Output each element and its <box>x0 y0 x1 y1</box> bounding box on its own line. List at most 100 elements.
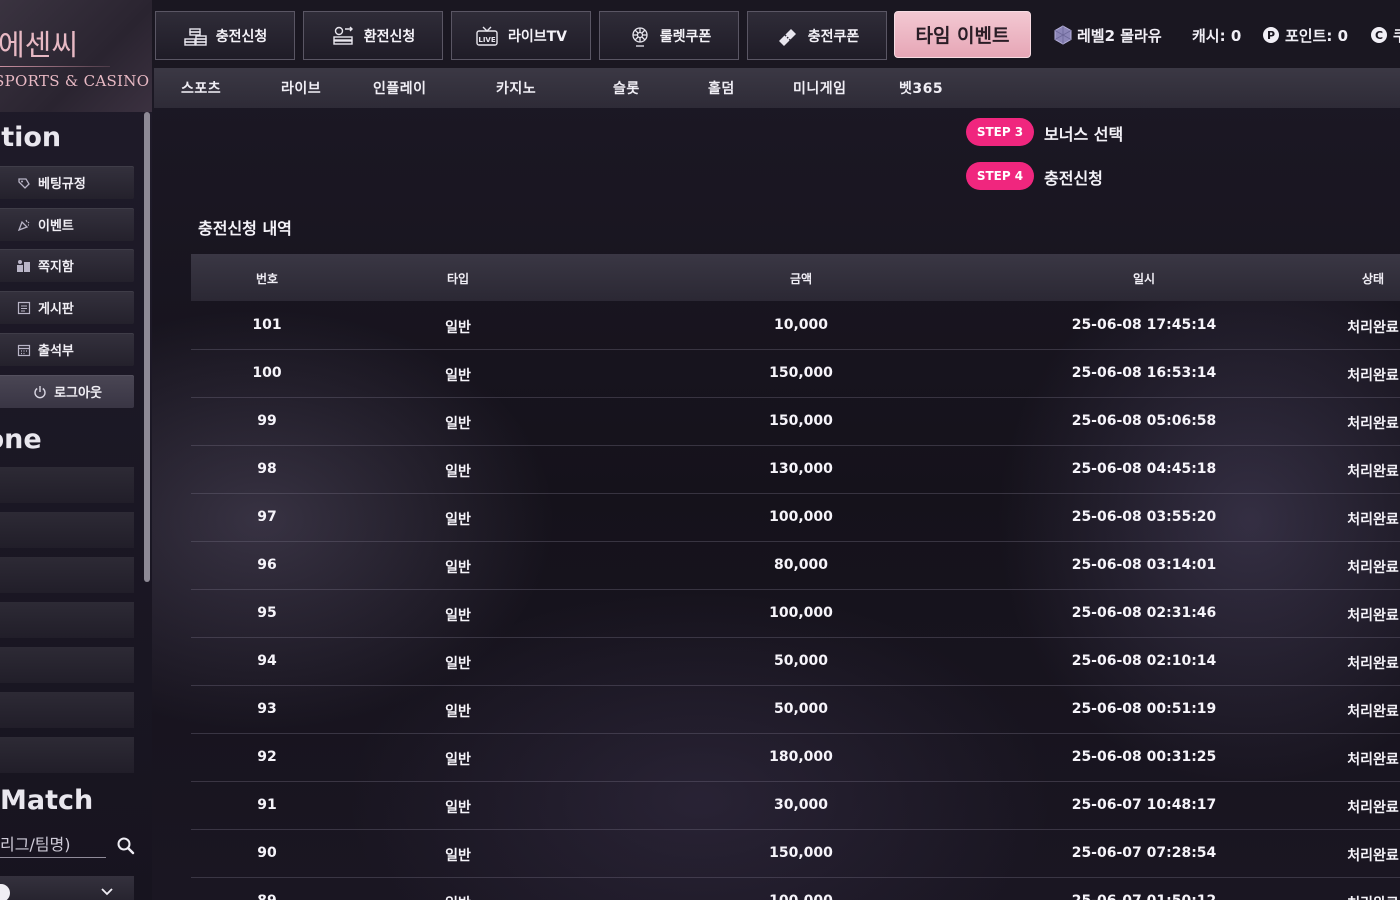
ticket-icon <box>775 25 801 47</box>
nav-casino[interactable]: 카지노 <box>496 78 536 98</box>
sidebar-zone-item[interactable] <box>0 512 134 548</box>
match-search-input[interactable] <box>0 832 106 857</box>
column-header-type: 타입 <box>446 272 470 286</box>
exchange-icon <box>331 25 357 47</box>
nav-sports[interactable]: 스포츠 <box>181 78 221 98</box>
nav-bet365[interactable]: 벳365 <box>899 78 943 98</box>
live-tv-button[interactable]: LIVE 라이브TV <box>451 11 591 60</box>
user-points-label: 포인트: 0 <box>1285 26 1349 45</box>
nav-slot[interactable]: 슬롯 <box>613 78 640 98</box>
points-icon: P <box>1262 26 1280 44</box>
deposit-request-button[interactable]: 충전신청 <box>155 11 295 60</box>
sidebar-item-messages[interactable]: 쪽지함 <box>0 249 134 282</box>
svg-text:P: P <box>1267 29 1275 42</box>
column-header-datetime: 일시 <box>1132 272 1156 286</box>
row-number: 96 <box>257 557 277 573</box>
table-row: 98 일반 130,000 25-06-08 04:45:18 처리완료 <box>191 446 1400 494</box>
user-level-label: 레벨2 몰라유 <box>1077 26 1162 45</box>
row-status: 처리완료 <box>1347 464 1399 480</box>
sidebar-zone-item[interactable] <box>0 692 134 728</box>
sidebar-item-label: 베팅규정 <box>38 177 86 192</box>
deposit-coupon-label: 충전쿠폰 <box>807 28 860 45</box>
row-amount: 30,000 <box>773 797 829 813</box>
row-type: 일반 <box>445 560 471 576</box>
sidebar-item-attendance[interactable]: 출석부 <box>0 333 134 366</box>
row-amount: 130,000 <box>769 461 833 477</box>
table-row: 93 일반 50,000 25-06-08 00:51:19 처리완료 <box>191 686 1400 734</box>
calendar-icon <box>16 343 32 357</box>
row-amount: 150,000 <box>769 845 833 861</box>
table-row: 91 일반 30,000 25-06-07 10:48:17 처리완료 <box>191 782 1400 830</box>
user-level[interactable]: 레벨2 몰라유 <box>1054 24 1162 46</box>
table-row: 94 일반 50,000 25-06-08 02:10:14 처리완료 <box>191 638 1400 686</box>
table-row: 96 일반 80,000 25-06-08 03:14:01 처리완료 <box>191 542 1400 590</box>
step-4-text: 충전신청 <box>1044 169 1103 188</box>
deposit-coupon-button[interactable]: 충전쿠폰 <box>747 11 887 60</box>
history-table-header: 번호 타입 금액 일시 상태 <box>191 254 1400 301</box>
row-type: 일반 <box>445 464 471 480</box>
nav-holdem[interactable]: 홀덤 <box>708 78 735 98</box>
row-datetime: 25-06-08 00:51:19 <box>1071 701 1217 717</box>
table-row: 95 일반 100,000 25-06-08 02:31:46 처리완료 <box>191 590 1400 638</box>
step-3-text: 보너스 선택 <box>1044 125 1124 144</box>
sidebar-item-label: 이벤트 <box>38 219 74 234</box>
roulette-icon <box>627 25 653 47</box>
table-row: 89 일반 100,000 25-06-07 01:50:12 처리완료 <box>191 878 1400 900</box>
power-icon <box>32 385 48 399</box>
row-datetime: 25-06-07 10:48:17 <box>1071 797 1217 813</box>
row-datetime: 25-06-07 01:50:12 <box>1072 893 1217 900</box>
row-number: 98 <box>257 461 277 477</box>
row-type: 일반 <box>445 608 471 624</box>
row-amount: 100,000 <box>769 509 833 525</box>
sidebar-item-label: 쪽지함 <box>38 260 74 275</box>
time-event-button[interactable]: 타임 이벤트 <box>894 11 1031 58</box>
row-amount: 150,000 <box>769 365 833 381</box>
row-number: 97 <box>257 509 277 525</box>
roulette-coupon-button[interactable]: 룰렛쿠폰 <box>599 11 739 60</box>
column-header-status: 상태 <box>1361 272 1385 286</box>
logout-button[interactable]: 로그아웃 <box>0 375 134 408</box>
sidebar-zone-item[interactable] <box>0 467 134 503</box>
board-icon <box>16 301 32 315</box>
nav-inplay[interactable]: 인플레이 <box>373 78 427 98</box>
betting-rules-icon <box>16 176 32 190</box>
row-datetime: 25-06-08 03:55:20 <box>1071 509 1217 525</box>
row-status: 처리완료 <box>1347 704 1399 720</box>
row-status: 처리완료 <box>1347 893 1399 900</box>
column-header-number: 번호 <box>255 272 279 286</box>
league-select-indicator <box>0 884 10 900</box>
brand-logo[interactable]: 에센씨 SPORTS & CASINO <box>0 0 152 112</box>
row-type: 일반 <box>445 704 471 720</box>
nav-live[interactable]: 라이브 <box>281 78 321 98</box>
match-search-box <box>0 832 106 858</box>
sidebar-zone-item[interactable] <box>0 737 134 773</box>
brand-name-ko: 에센씨 <box>0 28 79 62</box>
table-row: 90 일반 150,000 25-06-07 07:28:54 처리완료 <box>191 830 1400 878</box>
user-coupon[interactable]: C 쿠 <box>1370 24 1400 46</box>
sidebar-heading-match: Match <box>0 785 94 816</box>
sidebar-item-event[interactable]: 이벤트 <box>0 208 134 241</box>
sidebar-item-betting-rules[interactable]: 베팅규정 <box>0 166 134 199</box>
sidebar-zone-item[interactable] <box>0 602 134 638</box>
row-datetime: 25-06-08 03:14:01 <box>1071 557 1217 573</box>
search-icon[interactable] <box>116 836 136 856</box>
row-amount: 180,000 <box>769 749 833 765</box>
withdraw-request-button[interactable]: 환전신청 <box>303 11 443 60</box>
sidebar-scrollbar[interactable] <box>144 112 150 582</box>
row-status: 처리완료 <box>1347 560 1399 576</box>
sidebar-zone-item[interactable] <box>0 647 134 683</box>
league-select[interactable] <box>0 876 134 900</box>
nav-minigame[interactable]: 미니게임 <box>793 78 847 98</box>
row-number: 89 <box>257 893 276 900</box>
row-type: 일반 <box>445 848 471 864</box>
row-type: 일반 <box>445 800 471 816</box>
row-status: 처리완료 <box>1347 848 1399 864</box>
sidebar-zone-item[interactable] <box>0 557 134 593</box>
row-type: 일반 <box>445 512 471 528</box>
sidebar-item-board[interactable]: 게시판 <box>0 291 134 324</box>
row-amount: 100,000 <box>769 893 833 900</box>
row-amount: 100,000 <box>769 605 833 621</box>
row-status: 처리완료 <box>1347 656 1399 672</box>
row-type: 일반 <box>445 752 471 768</box>
column-header-amount: 금액 <box>789 272 813 286</box>
